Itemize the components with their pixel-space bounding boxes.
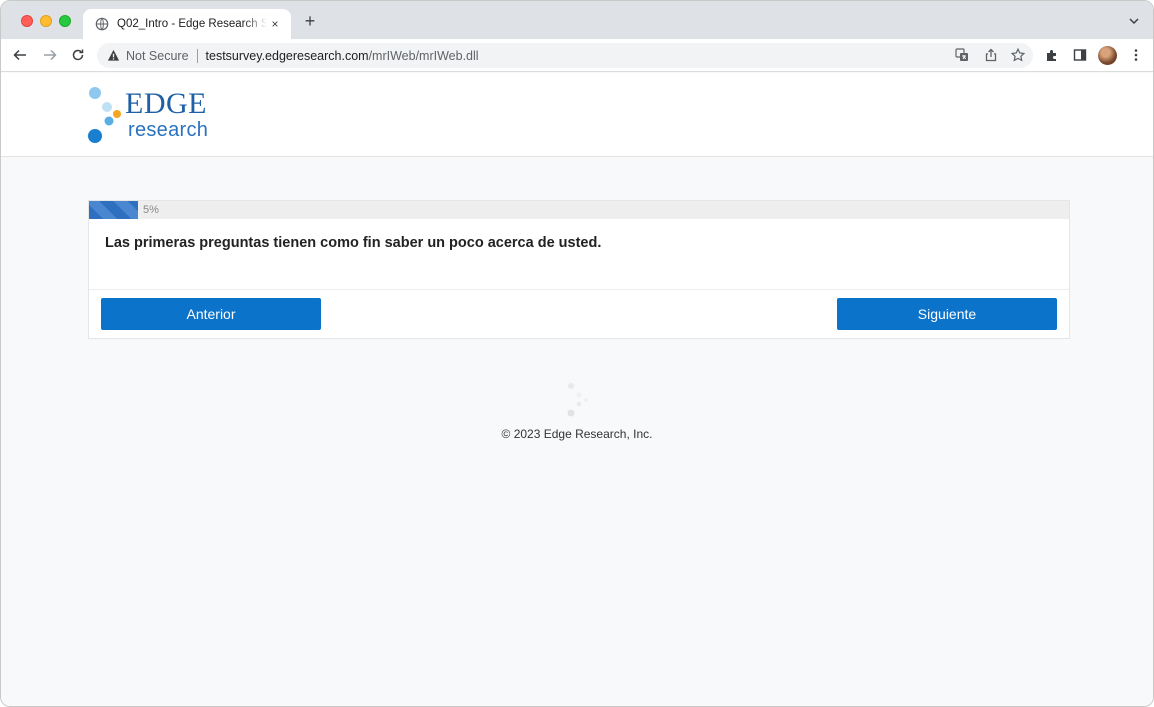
- side-panel-icon[interactable]: [1073, 48, 1087, 62]
- previous-button[interactable]: Anterior: [101, 298, 321, 330]
- menu-icon[interactable]: [1129, 48, 1143, 62]
- progress-label: 5%: [143, 204, 159, 216]
- url-host: testsurvey.edgeresearch.com: [205, 48, 369, 63]
- footer-logo-dots-icon: [567, 383, 588, 417]
- divider: [196, 48, 198, 63]
- next-button[interactable]: Siguiente: [837, 298, 1057, 330]
- divider: [89, 289, 1069, 290]
- star-icon[interactable]: [1011, 48, 1025, 62]
- browser-tab-active[interactable]: Q02_Intro - Edge Research Survey ×: [83, 9, 291, 39]
- globe-icon: [95, 17, 109, 31]
- tab-strip: Q02_Intro - Edge Research Survey × +: [1, 1, 1153, 39]
- address-bar[interactable]: Not Secure testsurvey.edgeresearch.com/m…: [97, 43, 1033, 68]
- browser-toolbar: Not Secure testsurvey.edgeresearch.com/m…: [1, 39, 1153, 72]
- page-content: EDGE research 5% Las primeras preguntas …: [1, 73, 1153, 706]
- warning-icon: [107, 49, 120, 61]
- progress-fill: [89, 201, 138, 219]
- survey-card: 5% Las primeras preguntas tienen como fi…: [88, 200, 1070, 339]
- security-label: Not Secure: [126, 48, 189, 63]
- site-header: EDGE research: [1, 73, 1153, 157]
- progress-bar: 5%: [89, 201, 1069, 219]
- close-window-button[interactable]: [21, 15, 33, 27]
- minimize-window-button[interactable]: [40, 15, 52, 27]
- logo-dots-icon: [88, 87, 121, 143]
- forward-arrow-icon[interactable]: [43, 48, 57, 62]
- logo-subtitle: research: [128, 119, 209, 141]
- question-text: Las primeras preguntas tienen como fin s…: [105, 235, 602, 251]
- url-path: /mrIWeb/mrIWeb.dll: [368, 48, 479, 63]
- extensions-icon[interactable]: [1045, 48, 1059, 62]
- close-icon[interactable]: ×: [267, 16, 283, 32]
- back-arrow-icon[interactable]: [13, 48, 27, 62]
- translate-icon[interactable]: [955, 48, 969, 62]
- edge-research-logo: EDGE research: [85, 83, 225, 147]
- chevron-down-icon[interactable]: [1127, 14, 1141, 28]
- share-icon[interactable]: [984, 48, 998, 62]
- tab-title: Q02_Intro - Edge Research Survey: [117, 18, 267, 30]
- plus-icon[interactable]: +: [301, 12, 319, 31]
- logo-wordmark: EDGE: [125, 87, 207, 120]
- browser-window: Q02_Intro - Edge Research Survey × + Not…: [0, 0, 1154, 707]
- reload-icon[interactable]: [71, 48, 85, 62]
- copyright-text: © 2023 Edge Research, Inc.: [501, 427, 653, 441]
- avatar[interactable]: [1098, 46, 1117, 65]
- maximize-window-button[interactable]: [59, 15, 71, 27]
